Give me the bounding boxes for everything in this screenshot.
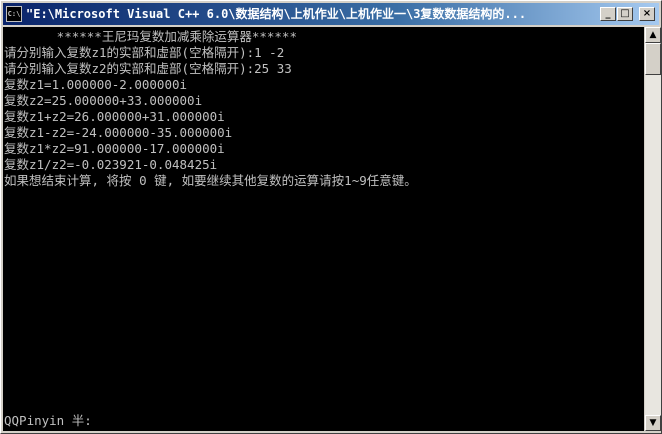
maximize-button[interactable]: □ <box>617 7 633 21</box>
window-title: "E:\Microsoft Visual C++ 6.0\数据结构\上机作业\上… <box>26 7 527 21</box>
console-window: C:\ "E:\Microsoft Visual C++ 6.0\数据结构\上机… <box>0 0 662 434</box>
console-app-icon[interactable]: C:\ <box>6 6 22 22</box>
console-line-quotient: 复数z1/z2=-0.023921-0.048425i <box>4 157 218 172</box>
console-line-input-z2: 请分别输入复数z2的实部和虚部(空格隔开):25 33 <box>4 61 292 76</box>
minimize-button[interactable]: _ <box>600 7 616 21</box>
scroll-up-button[interactable]: ▲ <box>645 27 661 43</box>
vertical-scrollbar[interactable]: ▲ ▼ <box>645 27 661 431</box>
scroll-down-button[interactable]: ▼ <box>645 415 661 431</box>
console-line-z2: 复数z2=25.000000+33.000000i <box>4 93 203 108</box>
console-line-header: ******王尼玛复数加减乘除运算器****** <box>4 29 297 44</box>
console-output[interactable]: ******王尼玛复数加减乘除运算器****** 请分别输入复数z1的实部和虚部… <box>3 27 644 431</box>
console-line-prompt: 如果想结束计算, 将按 0 键, 如要继续其他复数的运算请按1~9任意键。 <box>4 173 417 188</box>
console-line-sum: 复数z1+z2=26.000000+31.000000i <box>4 109 225 124</box>
scroll-thumb[interactable] <box>645 43 661 75</box>
console-line-input-z1: 请分别输入复数z1的实部和虚部(空格隔开):1 -2 <box>4 45 285 60</box>
console-line-difference: 复数z1-z2=-24.000000-35.000000i <box>4 125 233 140</box>
ime-status: QQPinyin 半: <box>4 413 92 428</box>
title-bar[interactable]: C:\ "E:\Microsoft Visual C++ 6.0\数据结构\上机… <box>3 3 659 25</box>
console-line-z1: 复数z1=1.000000-2.000000i <box>4 77 188 92</box>
console-line-product: 复数z1*z2=91.000000-17.000000i <box>4 141 225 156</box>
close-button[interactable]: × <box>639 7 655 21</box>
